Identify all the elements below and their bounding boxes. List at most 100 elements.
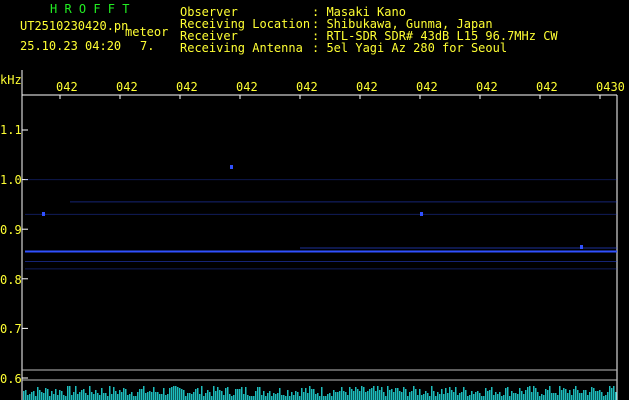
noise-bar: [397, 388, 399, 400]
filename: UT2510230420.pn: [20, 19, 129, 33]
noise-bar: [443, 394, 445, 400]
noise-bar: [203, 396, 205, 400]
noise-bar: [507, 387, 509, 400]
noise-bar: [529, 386, 531, 400]
noise-bar: [211, 396, 213, 400]
noise-bar: [547, 390, 549, 400]
noise-bar: [407, 396, 409, 400]
noise-bar: [481, 396, 483, 400]
noise-bar: [147, 392, 149, 400]
noise-bar: [267, 393, 269, 400]
noise-bar: [307, 393, 309, 400]
noise-bar: [97, 393, 99, 400]
noise-bar: [403, 387, 405, 400]
noise-bar: [373, 386, 375, 400]
noise-bar: [233, 395, 235, 400]
noise-bar: [115, 391, 117, 400]
noise-bar: [155, 392, 157, 400]
noise-bar: [445, 388, 447, 400]
noise-bar: [221, 391, 223, 400]
noise-bar: [469, 395, 471, 400]
noise-bar: [137, 392, 139, 400]
noise-bar: [479, 393, 481, 400]
noise-bar: [493, 395, 495, 400]
noise-bar: [417, 395, 419, 400]
noise-bar: [161, 394, 163, 400]
noise-bar: [85, 393, 87, 400]
noise-bar: [571, 395, 573, 400]
noise-bar: [425, 391, 427, 400]
noise-bar: [365, 392, 367, 400]
noise-bar: [299, 396, 301, 400]
noise-bar: [241, 387, 243, 400]
noise-bar: [209, 392, 211, 400]
y-tick-label: 0.6: [0, 372, 22, 386]
noise-bar: [581, 393, 583, 400]
noise-bar: [439, 394, 441, 400]
noise-bar: [467, 396, 469, 400]
noise-bar: [485, 388, 487, 400]
noise-bar: [333, 390, 335, 400]
noise-bar: [501, 396, 503, 400]
noise-bar: [213, 386, 215, 400]
noise-bar: [421, 395, 423, 400]
x-tick-label: 042: [416, 80, 438, 94]
noise-bar: [599, 390, 601, 400]
noise-bar: [563, 388, 565, 400]
noise-bar: [525, 390, 527, 400]
noise-bar: [527, 387, 529, 400]
noise-bar: [23, 391, 25, 400]
noise-bar: [193, 392, 195, 400]
noise-bar: [513, 393, 515, 400]
noise-bar: [437, 392, 439, 400]
noise-bar: [87, 395, 89, 400]
noise-bar: [73, 392, 75, 400]
noise-bar: [63, 395, 65, 400]
noise-bar: [99, 395, 101, 400]
noise-bar: [195, 389, 197, 400]
noise-bar: [83, 389, 85, 400]
noise-bar: [201, 386, 203, 400]
noise-bar: [215, 391, 217, 400]
noise-bar: [309, 386, 311, 400]
noise-bar: [323, 396, 325, 400]
noise-bar: [605, 395, 607, 400]
noise-bar: [109, 386, 111, 400]
noise-bar: [601, 392, 603, 400]
noise-bar: [247, 395, 249, 400]
noise-bar: [515, 393, 517, 400]
noise-bar: [239, 389, 241, 400]
noise-bar: [555, 393, 557, 400]
noise-bar: [293, 395, 295, 400]
noise-bar: [245, 387, 247, 400]
noise-bar: [179, 388, 181, 400]
noise-bar: [287, 390, 289, 400]
noise-bar: [389, 390, 391, 400]
noise-bar: [391, 389, 393, 400]
noise-bar: [597, 391, 599, 400]
noise-bar: [93, 394, 95, 400]
noise-bar: [483, 396, 485, 400]
noise-bar: [419, 389, 421, 400]
noise-bar: [539, 396, 541, 400]
noise-bar: [273, 393, 275, 400]
noise-bar: [69, 386, 71, 400]
noise-bar: [615, 392, 617, 400]
noise-bar: [51, 391, 53, 400]
noise-bar: [39, 390, 41, 400]
noise-bar: [409, 392, 411, 400]
noise-bar: [281, 395, 283, 400]
noise-bar: [169, 388, 171, 400]
noise-bar: [163, 388, 165, 400]
noise-bar: [345, 392, 347, 400]
noise-bar: [105, 393, 107, 400]
x-tick-label: 042: [236, 80, 258, 94]
noise-bar: [457, 395, 459, 400]
noise-bar: [317, 393, 319, 400]
noise-bar: [235, 389, 237, 400]
noise-bar: [463, 387, 465, 400]
noise-bar: [199, 394, 201, 400]
noise-bar: [553, 393, 555, 400]
noise-bar: [371, 388, 373, 400]
noise-bar: [157, 392, 159, 400]
